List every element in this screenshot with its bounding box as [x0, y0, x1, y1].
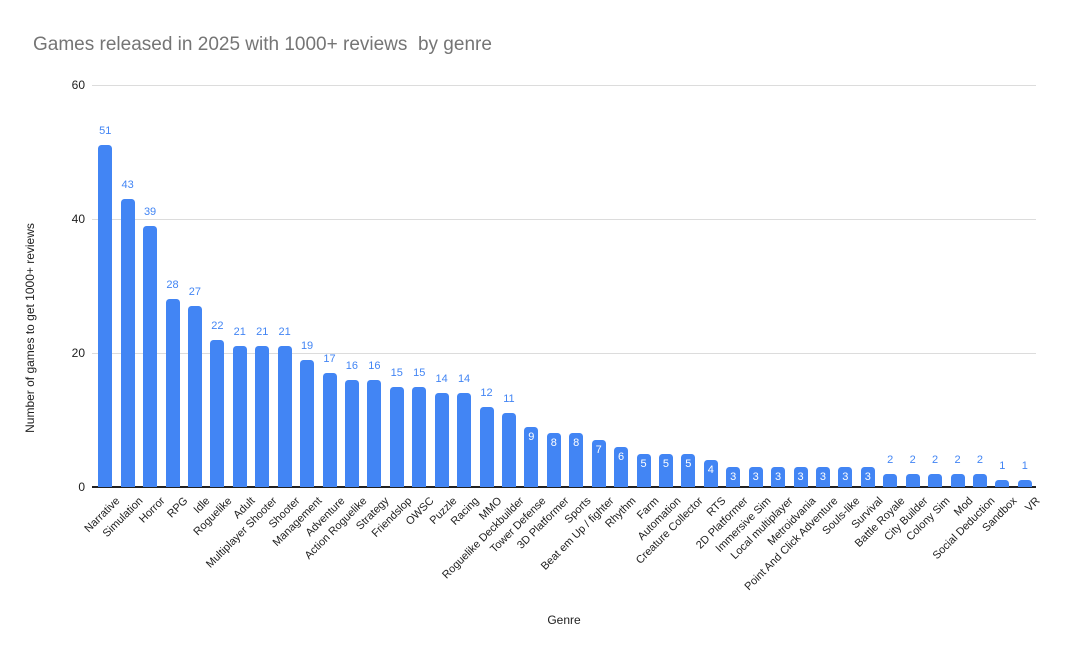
bar[interactable]	[457, 393, 471, 487]
bar-value-label: 19	[287, 339, 327, 353]
bar-value-label: 14	[444, 372, 484, 386]
bar-value-label: 39	[130, 205, 170, 219]
y-tick-label: 0	[45, 479, 85, 495]
bar-value-label: 1	[1005, 459, 1045, 473]
bar[interactable]	[995, 480, 1009, 487]
bar[interactable]	[210, 340, 224, 487]
bar-value-label: 11	[489, 392, 529, 406]
y-tick-label: 20	[45, 345, 85, 361]
bar[interactable]	[435, 393, 449, 487]
bar[interactable]	[502, 413, 516, 487]
bar[interactable]	[143, 226, 157, 487]
bar[interactable]	[278, 346, 292, 487]
bar-value-label: 21	[265, 325, 305, 339]
chart-title: Games released in 2025 with 1000+ review…	[33, 33, 492, 57]
y-tick-label: 60	[45, 77, 85, 93]
bar-value-label: 27	[175, 285, 215, 299]
bar[interactable]	[906, 474, 920, 487]
bar[interactable]	[883, 474, 897, 487]
bar[interactable]	[390, 387, 404, 488]
bar[interactable]	[367, 380, 381, 487]
bar[interactable]	[233, 346, 247, 487]
bar[interactable]	[1018, 480, 1032, 487]
bar-value-label: 51	[85, 124, 125, 138]
y-axis-title: Number of games to get 1000+ reviews	[22, 178, 38, 478]
bar-chart: Games released in 2025 with 1000+ review…	[0, 0, 1069, 661]
bar[interactable]	[121, 199, 135, 487]
bar-value-label: 43	[108, 178, 148, 192]
bar[interactable]	[345, 380, 359, 487]
bar[interactable]	[98, 145, 112, 487]
gridline	[92, 219, 1036, 220]
gridline	[92, 85, 1036, 86]
bar[interactable]	[412, 387, 426, 488]
bar[interactable]	[480, 407, 494, 487]
bar[interactable]	[300, 360, 314, 487]
bar[interactable]	[323, 373, 337, 487]
y-tick-label: 40	[45, 211, 85, 227]
bar[interactable]	[166, 299, 180, 487]
bar[interactable]	[928, 474, 942, 487]
bar-value-label: 3	[848, 470, 888, 484]
bar[interactable]	[255, 346, 269, 487]
bar[interactable]	[188, 306, 202, 487]
bar[interactable]	[973, 474, 987, 487]
bar[interactable]	[951, 474, 965, 487]
